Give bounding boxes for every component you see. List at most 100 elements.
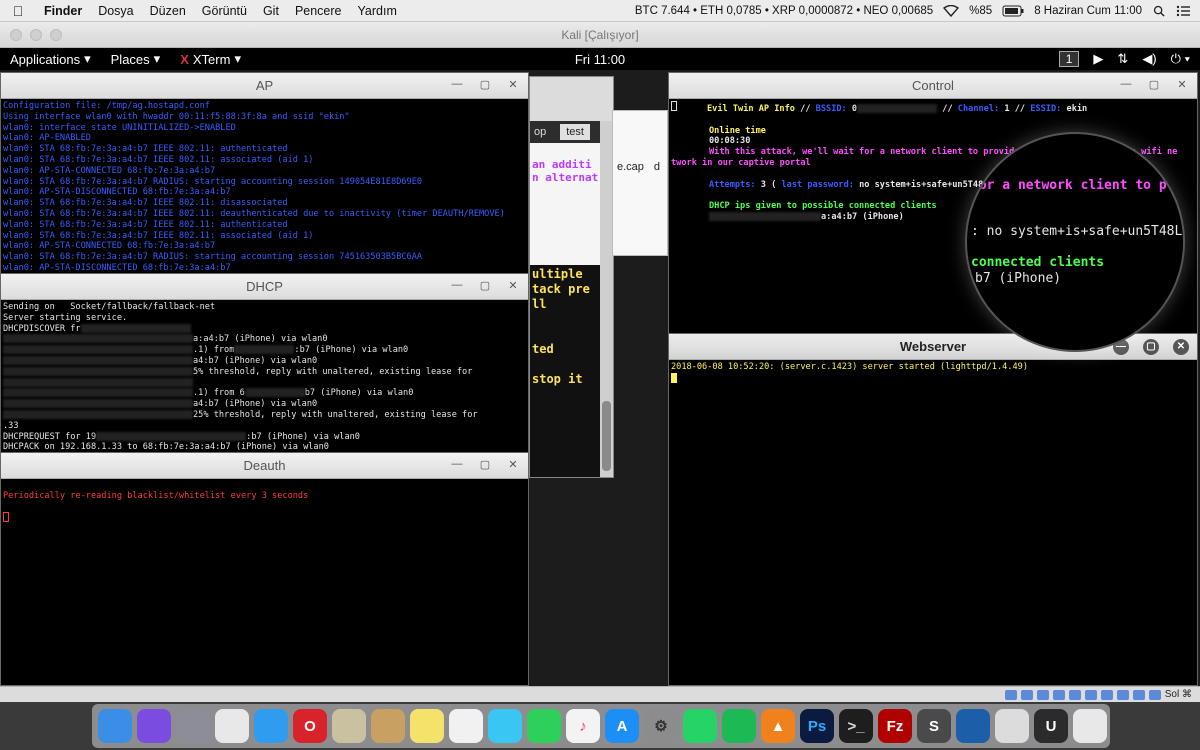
maximize-icon[interactable]: ▢ bbox=[1147, 78, 1161, 91]
scrollbar-thumb[interactable] bbox=[602, 401, 611, 471]
ap-titlebar[interactable]: AP — ▢ ✕ bbox=[1, 73, 528, 99]
minimize-icon[interactable]: — bbox=[450, 279, 464, 292]
tab-test[interactable]: test bbox=[560, 124, 590, 140]
tab-op[interactable]: op bbox=[534, 126, 546, 138]
hdd-icon[interactable] bbox=[1004, 689, 1017, 700]
photoshop-icon[interactable]: Ps bbox=[800, 709, 834, 743]
close-icon[interactable]: ✕ bbox=[1173, 339, 1189, 355]
editor-line: tack pre bbox=[532, 282, 590, 296]
display-icon[interactable] bbox=[1100, 689, 1113, 700]
menu-git[interactable]: Git bbox=[255, 4, 287, 18]
deauth-terminal-window[interactable]: Deauth — ▢ ✕ Periodically re-reading bla… bbox=[0, 452, 529, 686]
battery-icon[interactable] bbox=[1002, 5, 1024, 17]
xterm-menu[interactable]: X XTerm ▾ bbox=[170, 51, 251, 67]
background-window[interactable]: op test an additi n alternat ultiple tac… bbox=[529, 76, 614, 478]
close-icon[interactable]: ✕ bbox=[506, 78, 520, 91]
virtualbox-titlebar[interactable]: Kali [Çalışıyor] bbox=[0, 22, 1200, 48]
safari-icon[interactable] bbox=[254, 709, 288, 743]
menu-finder[interactable]: Finder bbox=[36, 4, 90, 18]
whatsapp-icon[interactable] bbox=[683, 709, 717, 743]
close-icon[interactable]: ✕ bbox=[506, 458, 520, 471]
mail-icon[interactable] bbox=[332, 709, 366, 743]
ap-terminal-window[interactable]: AP — ▢ ✕ Configuration file: /tmp/ag.hos… bbox=[0, 72, 529, 274]
chevron-down-icon: ▾ bbox=[153, 51, 161, 66]
webserver-terminal-window[interactable]: Webserver — ▢ ✕ 2018-06-08 10:52:20: (se… bbox=[668, 333, 1198, 686]
notes-icon[interactable] bbox=[410, 709, 444, 743]
menu-duzen[interactable]: Düzen bbox=[142, 4, 194, 18]
deauth-title: Deauth bbox=[243, 458, 286, 473]
maximize-icon[interactable]: ▢ bbox=[1143, 339, 1159, 355]
messages-icon[interactable] bbox=[488, 709, 522, 743]
minimize-icon[interactable]: — bbox=[1119, 78, 1133, 91]
activity-icon[interactable] bbox=[995, 709, 1029, 743]
itunes-icon[interactable]: ♪ bbox=[566, 709, 600, 743]
maximize-icon[interactable]: ▢ bbox=[478, 458, 492, 471]
magnifier-line: : no system+is+safe+un5T48L3 bbox=[971, 224, 1185, 239]
menu-dosya[interactable]: Dosya bbox=[90, 4, 141, 18]
optical-drive-icon[interactable] bbox=[1020, 689, 1033, 700]
sublime-icon[interactable]: S bbox=[917, 709, 951, 743]
menu-goruntu[interactable]: Görüntü bbox=[194, 4, 255, 18]
trash-icon[interactable] bbox=[1073, 709, 1107, 743]
video-camera-icon[interactable]: ▶ bbox=[1093, 51, 1103, 67]
maximize-icon[interactable]: ▢ bbox=[478, 78, 492, 91]
launchpad-icon[interactable] bbox=[176, 709, 210, 743]
dhcp-terminal-window[interactable]: DHCP — ▢ ✕ Sending on Socket/fallback/fa… bbox=[0, 273, 529, 453]
ap-line: wlan0: AP-STA-CONNECTED 68:fb:7e:3a:a4:b… bbox=[3, 241, 216, 252]
maximize-icon[interactable]: ▢ bbox=[478, 279, 492, 292]
webserver-output: 2018-06-08 10:52:20: (server.c.1423) ser… bbox=[669, 360, 1197, 389]
menubar-datetime[interactable]: 8 Haziran Cum 11:00 bbox=[1034, 5, 1142, 17]
ap-line: wlan0: AP-STA-DISCONNECTED 68:fb:7e:3a:a… bbox=[3, 187, 231, 198]
finder-icon[interactable] bbox=[98, 709, 132, 743]
audio-icon[interactable] bbox=[1036, 689, 1049, 700]
siri-icon[interactable] bbox=[137, 709, 171, 743]
facetime-icon[interactable] bbox=[527, 709, 561, 743]
chrome-icon[interactable] bbox=[215, 709, 249, 743]
kali-top-bar: Applications ▾ Places ▾ X XTerm ▾ Fri 11:00 … bbox=[0, 48, 1200, 70]
minimize-icon[interactable]: — bbox=[450, 458, 464, 471]
appstore-icon[interactable]: A bbox=[605, 709, 639, 743]
places-menu[interactable]: Places ▾ bbox=[101, 51, 171, 67]
terminal-icon[interactable]: >_ bbox=[839, 709, 873, 743]
vlc-icon[interactable]: ▲ bbox=[761, 709, 795, 743]
unity-icon[interactable]: U bbox=[1034, 709, 1068, 743]
applications-menu[interactable]: Applications ▾ bbox=[0, 51, 101, 67]
ap-output: Configuration file: /tmp/ag.hostapd.conf… bbox=[1, 99, 528, 273]
control-titlebar[interactable]: Control — ▢ ✕ bbox=[669, 73, 1197, 99]
power-icon[interactable]: ⏻ ▾ bbox=[1171, 51, 1190, 67]
dhcp-titlebar[interactable]: DHCP — ▢ ✕ bbox=[1, 274, 528, 300]
opera-icon[interactable]: O bbox=[293, 709, 327, 743]
volume-icon[interactable]: ◀) bbox=[1142, 51, 1156, 67]
close-icon[interactable]: ✕ bbox=[1175, 78, 1189, 91]
cursor-icon bbox=[671, 372, 677, 383]
photos-icon[interactable] bbox=[449, 709, 483, 743]
menu-pencere[interactable]: Pencere bbox=[287, 4, 350, 18]
usb-icon[interactable] bbox=[1068, 689, 1081, 700]
network-adapter-icon[interactable] bbox=[1052, 689, 1065, 700]
ap-line: wlan0: STA 68:fb:7e:3a:a4:b7 RADIUS: sta… bbox=[3, 252, 423, 263]
mouse-integration-icon[interactable] bbox=[1148, 689, 1161, 700]
spotify-icon[interactable] bbox=[722, 709, 756, 743]
minimize-icon[interactable]: — bbox=[450, 78, 464, 91]
deauth-titlebar[interactable]: Deauth — ▢ ✕ bbox=[1, 453, 528, 479]
crypto-ticker[interactable]: BTC 7.644 • ETH 0,0785 • XRP 0,0000872 •… bbox=[635, 5, 933, 17]
shared-folder-icon[interactable] bbox=[1084, 689, 1097, 700]
menu-yardim[interactable]: Yardım bbox=[350, 4, 405, 18]
system-preferences-icon[interactable]: ⚙ bbox=[644, 709, 678, 743]
filezilla-icon[interactable]: Fz bbox=[878, 709, 912, 743]
file-browser-window[interactable]: e.cap d bbox=[612, 110, 668, 256]
recording-icon[interactable] bbox=[1116, 689, 1129, 700]
cpu-icon[interactable] bbox=[1132, 689, 1145, 700]
contacts-icon[interactable] bbox=[371, 709, 405, 743]
cap-file-label[interactable]: e.cap bbox=[617, 161, 644, 173]
notification-center-icon[interactable] bbox=[1176, 5, 1190, 17]
apple-icon[interactable]:  bbox=[0, 3, 36, 19]
search-icon[interactable] bbox=[1152, 5, 1166, 17]
ap-line: wlan0: STA 68:fb:7e:3a:a4:b7 IEEE 802.11… bbox=[3, 230, 314, 241]
virtualbox-icon[interactable] bbox=[956, 709, 990, 743]
close-icon[interactable]: ✕ bbox=[506, 279, 520, 292]
workspace-indicator[interactable]: 1 bbox=[1058, 51, 1080, 67]
file-label-d[interactable]: d bbox=[654, 161, 660, 173]
wifi-icon[interactable] bbox=[943, 4, 960, 17]
network-icon[interactable]: ⇅ bbox=[1117, 51, 1128, 67]
